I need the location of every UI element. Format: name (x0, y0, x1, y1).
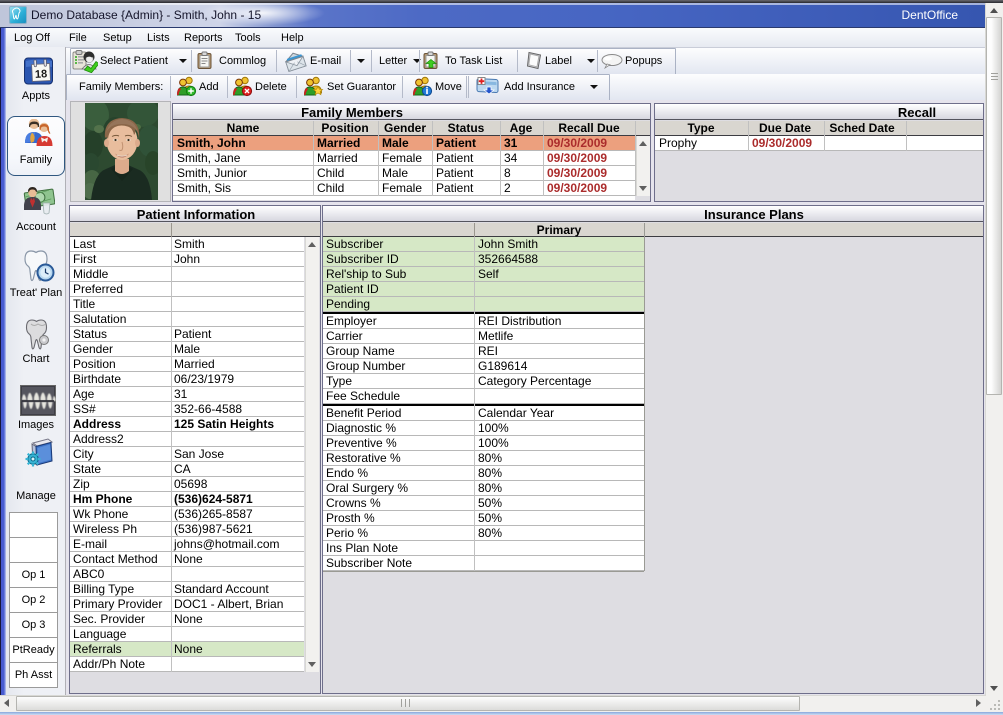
svg-text:18: 18 (35, 68, 48, 81)
